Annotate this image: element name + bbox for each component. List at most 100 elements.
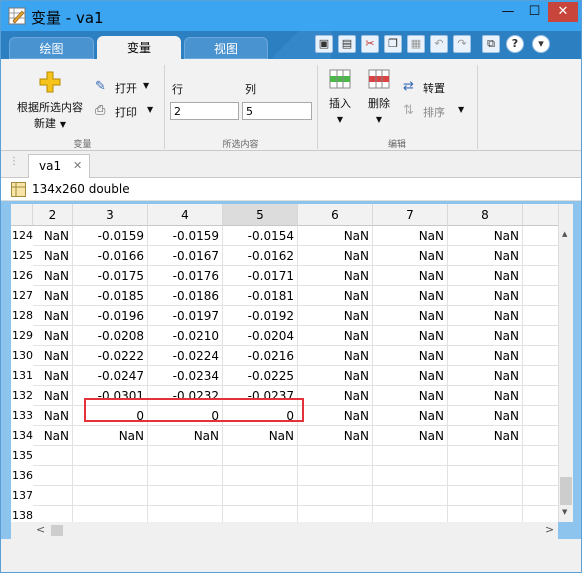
grid-cell[interactable]: NaN	[373, 366, 448, 386]
grid-cell[interactable]: NaN	[448, 246, 523, 266]
grid-cell[interactable]	[73, 466, 148, 486]
row-header[interactable]: 126	[11, 266, 33, 286]
column-header[interactable]: 4	[148, 204, 223, 226]
grid-cell[interactable]: NaN	[33, 326, 73, 346]
grid-cell[interactable]: NaN	[448, 306, 523, 326]
grid-cell[interactable]: NaN	[448, 326, 523, 346]
vertical-scrollbar[interactable]: ▲ ▼	[558, 204, 573, 522]
scroll-down-icon[interactable]: ▼	[562, 508, 567, 516]
grid-cell[interactable]: NaN	[373, 226, 448, 246]
grid-cell[interactable]: -0.0175	[73, 266, 148, 286]
minimize-button[interactable]: —	[495, 2, 521, 22]
insert-button[interactable]: 插入 ▼	[323, 95, 357, 129]
grid-cell[interactable]: -0.0162	[223, 246, 298, 266]
grid-cell[interactable]: NaN	[298, 406, 373, 426]
paste-icon[interactable]: ▦	[407, 35, 425, 53]
grid-cell[interactable]: NaN	[148, 426, 223, 446]
grid-cell[interactable]: -0.0222	[73, 346, 148, 366]
row-header[interactable]: 130	[11, 346, 33, 366]
grid-cell[interactable]: NaN	[33, 346, 73, 366]
grid-cell[interactable]: NaN	[33, 226, 73, 246]
column-header[interactable]	[523, 204, 558, 226]
grid-cell[interactable]: NaN	[373, 306, 448, 326]
redo-icon[interactable]: ↷	[453, 35, 471, 53]
grid-cell[interactable]	[523, 406, 558, 426]
row-header[interactable]: 135	[11, 446, 33, 466]
grid-cell[interactable]: -0.0166	[73, 246, 148, 266]
transpose-button[interactable]: ⇄ 转置	[403, 79, 463, 97]
grid-cell[interactable]	[523, 446, 558, 466]
scroll-left-icon[interactable]: <	[36, 523, 45, 536]
grid-cell[interactable]: NaN	[298, 366, 373, 386]
grid-cell[interactable]: NaN	[448, 346, 523, 366]
row-header[interactable]: 133	[11, 406, 33, 426]
sort-button[interactable]: ⇅ 排序 ▼	[403, 103, 471, 121]
copy-icon[interactable]: ❐	[384, 35, 402, 53]
column-header[interactable]: 2	[33, 204, 73, 226]
grid-cell[interactable]: -0.0185	[73, 286, 148, 306]
maximize-button[interactable]: ☐	[521, 2, 548, 22]
grid-cell[interactable]: -0.0210	[148, 326, 223, 346]
open-button[interactable]: ✎ 打开 ▼	[95, 79, 157, 97]
grid-cell[interactable]: -0.0159	[148, 226, 223, 246]
grid-cell[interactable]	[373, 466, 448, 486]
grid-cell[interactable]	[33, 446, 73, 466]
grid-cell[interactable]: NaN	[298, 386, 373, 406]
grid-cell[interactable]: NaN	[298, 426, 373, 446]
scroll-right-icon[interactable]: >	[545, 523, 554, 536]
row-header[interactable]: 124	[11, 226, 33, 246]
grid-cell[interactable]	[223, 446, 298, 466]
grid-cell[interactable]: NaN	[448, 426, 523, 446]
grid-cell[interactable]	[523, 286, 558, 306]
row-header[interactable]: 129	[11, 326, 33, 346]
row-header[interactable]: 131	[11, 366, 33, 386]
grid-cell[interactable]	[523, 506, 558, 522]
grid-cell[interactable]	[223, 486, 298, 506]
row-header[interactable]: 127	[11, 286, 33, 306]
grid-cell[interactable]	[373, 446, 448, 466]
grid-cell[interactable]: NaN	[448, 266, 523, 286]
grid-cell[interactable]	[448, 446, 523, 466]
grid-cell[interactable]	[448, 486, 523, 506]
grid-cell[interactable]	[523, 346, 558, 366]
grid-cell[interactable]: NaN	[33, 366, 73, 386]
grid-cell[interactable]	[298, 486, 373, 506]
grid-cell[interactable]: -0.0159	[73, 226, 148, 246]
row-header[interactable]: 125	[11, 246, 33, 266]
grid-cell[interactable]: -0.0196	[73, 306, 148, 326]
horizontal-scroll-thumb[interactable]	[51, 525, 63, 536]
grid-cell[interactable]: -0.0154	[223, 226, 298, 246]
grid-cell[interactable]	[33, 486, 73, 506]
grid-cell[interactable]: NaN	[373, 346, 448, 366]
grid-cell[interactable]: -0.0204	[223, 326, 298, 346]
grid-cell[interactable]	[223, 506, 298, 522]
grid-cell[interactable]	[33, 466, 73, 486]
grid-cell[interactable]: NaN	[373, 246, 448, 266]
grid-cell[interactable]: NaN	[373, 426, 448, 446]
grid-cell[interactable]: NaN	[298, 346, 373, 366]
column-header[interactable]: 7	[373, 204, 448, 226]
new-from-selection-button[interactable]: 根据所选内容 新建 ▼	[11, 99, 89, 131]
grid-cell[interactable]: -0.0186	[148, 286, 223, 306]
grid-cell[interactable]: -0.0171	[223, 266, 298, 286]
grid-cell[interactable]	[523, 426, 558, 446]
grid-cell[interactable]	[73, 446, 148, 466]
grid-cell[interactable]: -0.0167	[148, 246, 223, 266]
grid-cell[interactable]	[523, 326, 558, 346]
delete-button[interactable]: 删除 ▼	[362, 95, 396, 129]
grid-cell[interactable]: NaN	[33, 246, 73, 266]
grid-cell[interactable]	[523, 246, 558, 266]
grid-cell[interactable]	[523, 306, 558, 326]
grid-cell[interactable]: NaN	[373, 386, 448, 406]
horizontal-scrollbar[interactable]: < >	[11, 522, 558, 539]
title-bar[interactable]: 变量 - va1 — ☐ ✕	[1, 1, 581, 31]
grid-cell[interactable]: -0.0225	[223, 366, 298, 386]
grid-cell[interactable]: NaN	[298, 326, 373, 346]
grid-cell[interactable]: NaN	[448, 386, 523, 406]
row-range-input[interactable]	[170, 102, 239, 120]
grid-cell[interactable]: NaN	[73, 426, 148, 446]
grid-cell[interactable]	[148, 466, 223, 486]
column-header[interactable]: 6	[298, 204, 373, 226]
column-header[interactable]: 3	[73, 204, 148, 226]
row-header[interactable]: 134	[11, 426, 33, 446]
